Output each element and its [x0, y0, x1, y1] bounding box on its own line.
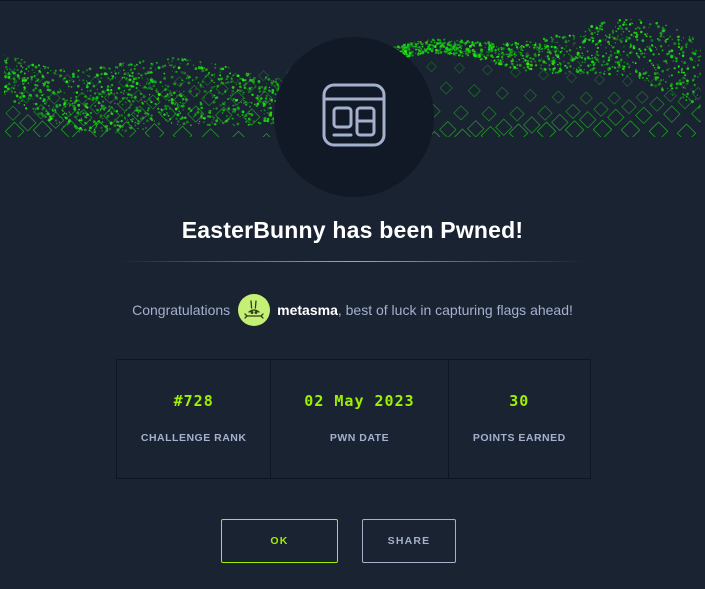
stat-label: PWN DATE — [329, 432, 390, 444]
pwned-modal: EasterBunny has been Pwned! Congratulati… — [0, 0, 705, 589]
username[interactable]: metasma — [277, 302, 338, 318]
congrats-prefix: Congratulations — [132, 302, 231, 318]
stat-value: 02 May 2023 — [304, 392, 415, 410]
stats-panel: #728 CHALLENGE RANK 02 May 2023 PWN DATE… — [116, 359, 591, 479]
congrats-suffix: , best of luck in capturing flags ahead! — [337, 302, 573, 318]
stat-points-earned: 30 POINTS EARNED — [449, 360, 590, 478]
avatar — [238, 294, 271, 326]
stat-challenge-rank: #728 CHALLENGE RANK — [117, 360, 272, 478]
share-button[interactable]: SHARE — [362, 519, 456, 563]
challenge-icon-badge — [274, 37, 434, 197]
stat-label: POINTS EARNED — [472, 432, 566, 444]
bunny-avatar-icon — [243, 298, 265, 323]
stat-value: #728 — [173, 392, 214, 410]
stat-label: CHALLENGE RANK — [140, 432, 247, 444]
modal-title: EasterBunny has been Pwned! — [181, 217, 524, 243]
stat-pwn-date: 02 May 2023 PWN DATE — [271, 360, 449, 478]
congrats-message: Congratulations metasma , best of luck i… — [0, 294, 705, 326]
title-divider — [120, 261, 585, 262]
ok-button[interactable]: OK — [221, 519, 338, 563]
web-window-icon — [322, 83, 386, 152]
stat-value: 30 — [509, 392, 530, 410]
